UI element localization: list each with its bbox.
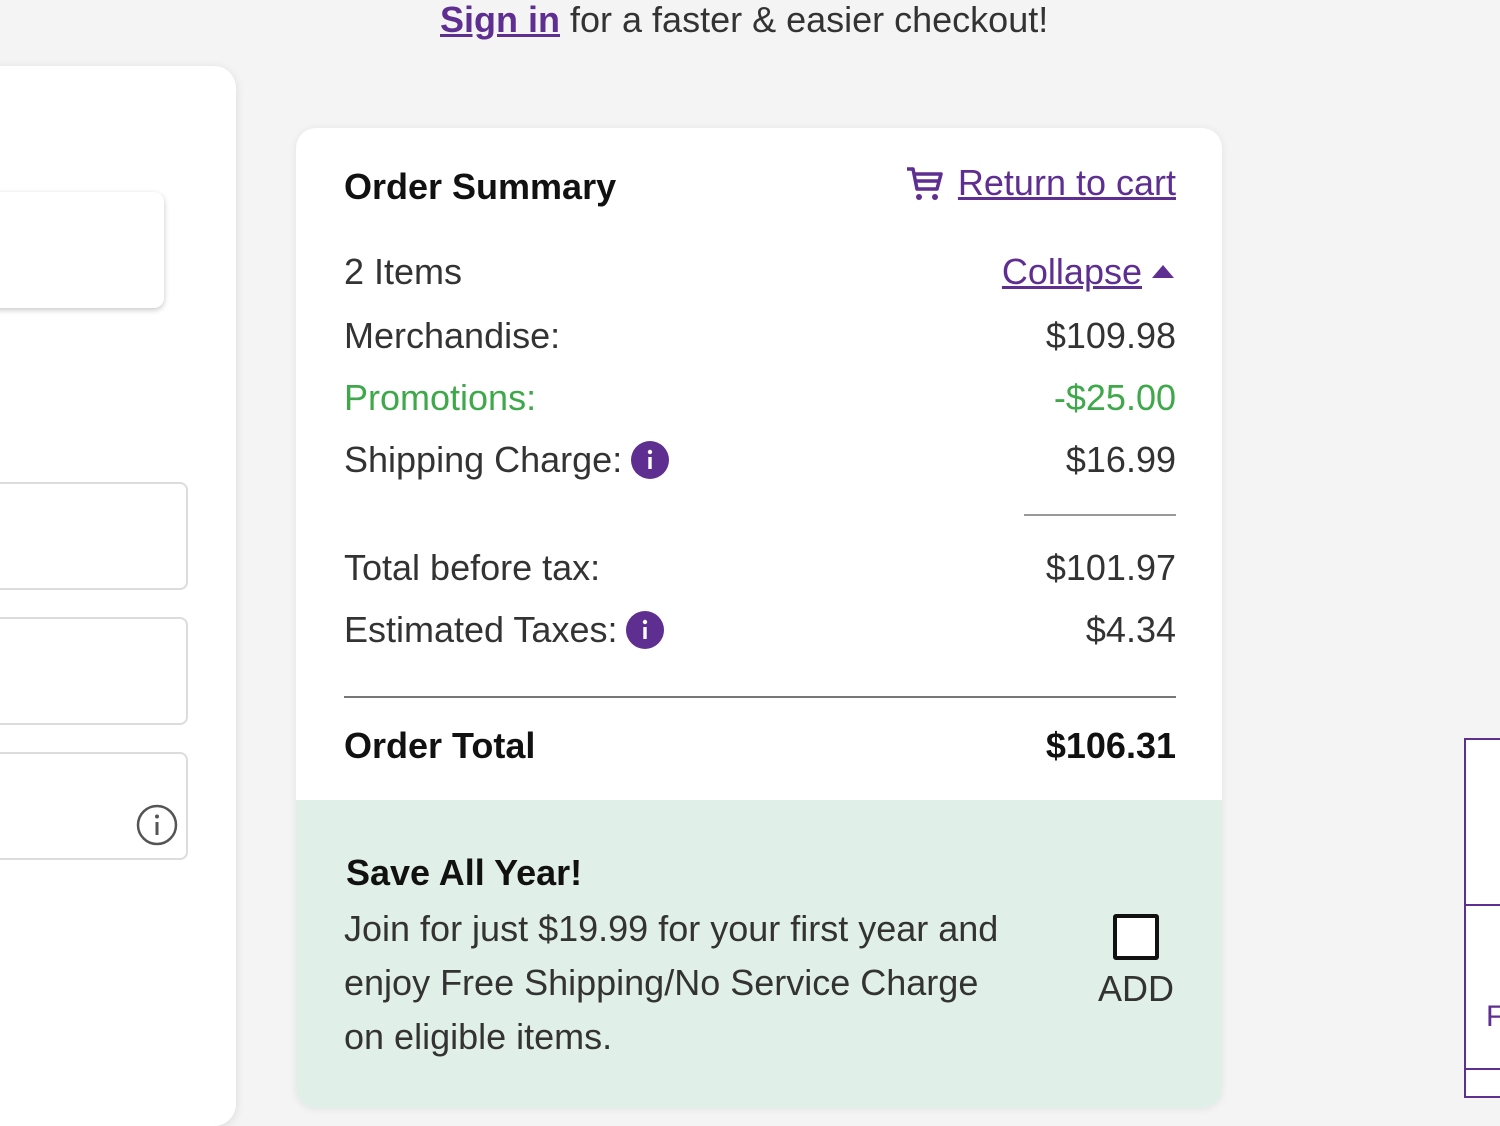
form-field-1[interactable] [0,482,188,590]
membership-description: Join for just $19.99 for your first year… [344,908,999,1057]
shipping-value: $16.99 [1065,439,1176,480]
form-field-2[interactable] [0,617,188,725]
right-panel-divider [1466,1068,1500,1070]
estimated-taxes-value: $4.34 [1085,609,1176,650]
membership-promo: Save All Year! Join for just $19.99 for … [296,800,1222,1108]
items-count: 2 Items [344,251,463,292]
total-before-tax-label: Total before tax: [344,547,601,588]
order-total-label: Order Total [344,725,536,766]
collapse-label: Collapse [1001,251,1142,292]
order-summary-card: Order Summary Return to cart 2 Items Col… [296,128,1222,1108]
subtotal-divider [1024,514,1176,516]
right-panel-text: F [1486,1000,1500,1033]
total-before-tax-value: $101.97 [1045,547,1176,588]
merchandise-value: $109.98 [1045,315,1176,356]
promotions-label: Promotions: [344,377,537,418]
items-row: 2 Items Collapse [344,250,1176,294]
promotions-value: -$25.00 [1053,377,1176,418]
membership-title: Save All Year! [346,852,583,893]
cart-icon [906,167,943,200]
info-circle-icon[interactable] [136,804,178,846]
estimated-taxes-label-group: Estimated Taxes: [344,609,665,651]
estimated-taxes-label: Estimated Taxes: [344,609,618,650]
signin-banner: Sign in for a faster & easier checkout! [440,0,1048,40]
estimated-taxes-row: Estimated Taxes: $4.34 [344,608,1176,652]
order-total-row: Order Total $106.31 [344,724,1176,768]
order-summary-title: Order Summary [344,166,617,207]
membership-add-label: ADD [1097,968,1174,1009]
promotions-row: Promotions: -$25.00 [344,376,1176,420]
membership-add-checkbox[interactable] [1112,914,1159,960]
collapse-toggle[interactable]: Collapse [1002,251,1176,293]
brand-logo-box: aze [0,192,164,308]
total-before-tax-row: Total before tax: $101.97 [344,546,1176,590]
signin-link[interactable]: Sign in [440,0,560,40]
merchandise-row: Merchandise: $109.98 [344,314,1176,358]
taxes-info-icon[interactable] [625,610,665,650]
membership-add-control[interactable]: ADD [1098,914,1174,1010]
caret-up-icon [1152,265,1174,278]
shipping-label: Shipping Charge: [344,439,623,480]
return-to-cart-label: Return to cart [957,162,1176,203]
merchandise-label: Merchandise: [344,315,561,356]
shipping-label-group: Shipping Charge: [344,439,670,481]
order-total-divider [344,696,1176,698]
right-side-panel: F [1464,738,1500,1098]
return-to-cart-link[interactable]: Return to cart [904,162,1176,204]
form-field-3[interactable] [0,752,188,860]
shipping-info-icon[interactable] [630,440,670,480]
order-total-value: $106.31 [1045,725,1176,766]
shipping-row: Shipping Charge: $16.99 [344,438,1176,482]
signin-banner-text: for a faster & easier checkout! [560,0,1049,40]
right-panel-divider [1466,904,1500,906]
